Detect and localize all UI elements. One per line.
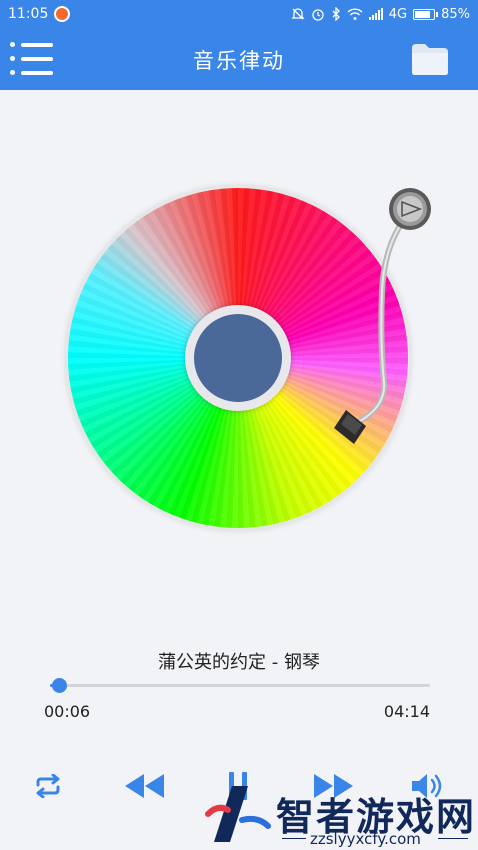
notification-app-icon	[54, 6, 71, 22]
rewind-icon	[125, 774, 164, 798]
status-left: 11:05	[8, 6, 71, 22]
status-right: 4G 85%	[291, 7, 470, 22]
previous-button[interactable]	[120, 764, 168, 808]
bluetooth-icon	[332, 7, 340, 21]
disc-hub	[185, 305, 291, 411]
app-bar: 音乐律动	[0, 28, 478, 90]
repeat-button[interactable]	[30, 764, 66, 808]
folder-icon[interactable]	[410, 42, 450, 76]
wifi-icon	[347, 8, 363, 20]
song-title: 蒲公英的约定 - 钢琴	[158, 652, 320, 673]
network-type: 4G	[388, 6, 408, 22]
total-time: 04:14	[383, 702, 430, 721]
watermark-logo-icon	[205, 786, 271, 842]
tonearm[interactable]	[318, 182, 438, 452]
status-bar: 11:05 4G 85%	[0, 0, 478, 28]
watermark-line-right	[438, 838, 468, 839]
progress-slider[interactable]	[50, 678, 430, 693]
current-time: 00:06	[44, 702, 91, 721]
watermark-line-left	[282, 838, 306, 839]
disc-center	[194, 314, 282, 402]
battery-icon	[413, 8, 439, 20]
status-time: 11:05	[8, 6, 49, 22]
mute-bell-icon	[291, 8, 305, 20]
battery-percent: 85%	[441, 6, 470, 22]
repeat-icon	[36, 774, 60, 798]
page-title: 音乐律动	[193, 49, 285, 73]
watermark-url: zzslyyxcfy.com	[310, 830, 421, 848]
alarm-icon	[312, 9, 324, 21]
watermark: 智者游戏网 zzslyyxcfy.com	[198, 780, 478, 850]
progress-thumb[interactable]	[52, 678, 68, 693]
signal-icon	[368, 8, 383, 20]
